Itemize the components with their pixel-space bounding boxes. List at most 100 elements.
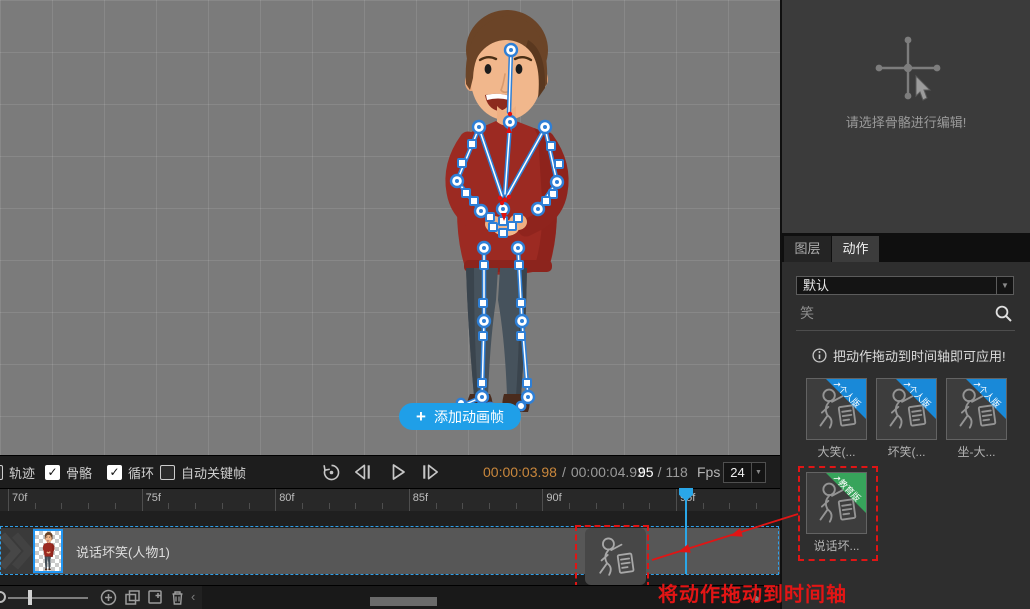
current-frame: 95	[638, 464, 654, 480]
checkbox-循环[interactable]: ✓	[107, 465, 122, 480]
fps-dropdown[interactable]: 24 ▼	[723, 462, 766, 483]
zoom-slider[interactable]	[8, 597, 88, 599]
bone-crosshair-icon	[856, 26, 960, 110]
action-category-dropdown[interactable]: 默认 ▼	[796, 276, 1014, 295]
edition-ribbon	[966, 379, 1006, 419]
add-animation-frame-button[interactable]: + 添加动画帧	[399, 403, 521, 430]
action-item[interactable]: ↗个人版坐-大...	[946, 378, 1007, 460]
toggle-自动关键帧: 自动关键帧	[160, 456, 246, 488]
track-thumbnail[interactable]	[33, 529, 63, 573]
ruler-tick	[222, 503, 223, 509]
drag-hint-text: 把动作拖动到时间轴即可应用!	[833, 346, 1006, 365]
ruler-tick	[249, 503, 250, 509]
next-frame-button[interactable]	[420, 463, 441, 481]
action-item[interactable]: ↗个人版大笑(...	[806, 378, 867, 460]
fps-value: 24	[724, 463, 751, 482]
ruler-label: 80f	[279, 492, 294, 504]
chevron-down-icon[interactable]: ▼	[996, 277, 1013, 294]
zoom-add-icon[interactable]	[100, 589, 117, 606]
ruler-tick	[462, 503, 463, 509]
action-thumbnail[interactable]: ↗个人版	[946, 378, 1007, 440]
checkbox-骨骼[interactable]: ✓	[45, 465, 60, 480]
ruler-label: 70f	[12, 492, 27, 504]
ruler-label: 90f	[546, 492, 561, 504]
tab-actions[interactable]: 动作	[832, 236, 879, 262]
checkbox-自动关键帧[interactable]	[160, 465, 175, 480]
action-item[interactable]: ↗教育版说话坏...	[806, 472, 867, 554]
right-panel: 请选择骨骼进行编辑! 图层动作 默认 ▼	[780, 0, 1030, 609]
plus-icon: +	[416, 408, 426, 425]
scrollbar-thumb[interactable]	[370, 597, 437, 606]
action-label: 坏笑(...	[876, 443, 937, 460]
ruler-tick	[382, 503, 383, 509]
track-label: 说话坏笑(人物1)	[76, 528, 170, 574]
toggle-label: 循环	[128, 463, 154, 482]
ruler-tick	[329, 503, 330, 509]
duplicate-frame-icon[interactable]	[124, 589, 141, 606]
animation-editor-app: + 添加动画帧 请选择骨骼进行编辑! 图层动作	[0, 0, 1030, 609]
actions-panel: 默认 ▼ 把动作拖动到时间轴即可应用! ↗个人版大笑(...↗个人版坏笑	[782, 262, 1030, 609]
ruler-tick	[516, 503, 517, 509]
time-separator: /	[562, 464, 566, 480]
replay-button[interactable]	[322, 463, 341, 482]
select-bone-placeholder: 请选择骨骼进行编辑!	[782, 112, 1030, 131]
playback-toolbar: 00:00:03.98 / 00:00:04.92 95 / 118 Fps 2…	[0, 455, 780, 488]
timeline-ruler[interactable]: 70f75f80f85f90f95f	[0, 488, 780, 511]
play-button[interactable]	[389, 463, 407, 481]
ruler-tick	[436, 503, 437, 509]
toggle-label: 骨骼	[66, 463, 92, 482]
ruler-tick	[703, 503, 704, 509]
ruler-tick	[569, 503, 570, 509]
stage-canvas[interactable]: + 添加动画帧	[0, 0, 780, 455]
action-label: 说话坏...	[806, 537, 867, 554]
drop-target-outline	[575, 525, 649, 588]
divider	[796, 330, 1015, 331]
info-icon	[812, 348, 827, 363]
edition-ribbon	[896, 379, 936, 419]
annotation-text: 将动作拖动到时间轴	[658, 578, 847, 607]
delete-frame-icon[interactable]	[169, 589, 186, 606]
highlighted-action-outline: ↗教育版说话坏...	[798, 466, 878, 561]
ruler-tick	[35, 503, 36, 509]
action-label: 大笑(...	[806, 443, 867, 460]
ruler-tick	[542, 489, 543, 511]
toggle-label: 轨迹	[9, 463, 35, 482]
action-thumbnail[interactable]: ↗个人版	[806, 378, 867, 440]
playhead-line	[685, 500, 687, 574]
ruler-label: 75f	[146, 492, 161, 504]
character-figure[interactable]	[430, 0, 580, 420]
action-thumbnail[interactable]: ↗教育版	[806, 472, 867, 534]
scroll-left-chevron[interactable]: ‹	[191, 589, 195, 604]
search-icon[interactable]	[994, 304, 1013, 323]
panel-tabs: 图层动作	[782, 233, 1030, 262]
ruler-tick	[676, 489, 677, 511]
ruler-tick	[142, 489, 143, 511]
ruler-tick	[8, 489, 9, 511]
action-thumbnail[interactable]: ↗个人版	[876, 378, 937, 440]
fps-label: Fps	[697, 456, 720, 488]
search-input[interactable]	[798, 304, 982, 322]
action-category-value: 默认	[803, 278, 829, 293]
ruler-tick	[115, 503, 116, 509]
add-frame-icon[interactable]	[147, 589, 164, 606]
current-time: 00:00:03.98	[483, 464, 557, 480]
action-item[interactable]: ↗个人版坏笑(...	[876, 378, 937, 460]
action-search	[796, 302, 1015, 328]
ruler-tick	[88, 503, 89, 509]
edition-ribbon	[826, 379, 866, 419]
tab-layers[interactable]: 图层	[784, 236, 831, 262]
total-time: 00:00:04.92	[571, 464, 645, 480]
ruler-tick	[596, 503, 597, 509]
toggle-骨骼: ✓ 骨骼	[45, 456, 92, 488]
total-frames: 118	[665, 464, 687, 480]
previous-frame-button[interactable]	[352, 463, 373, 481]
ruler-tick	[61, 503, 62, 509]
zoom-slider-handle[interactable]	[28, 590, 32, 605]
chevron-down-icon: ▼	[751, 463, 765, 482]
checkbox-轨迹[interactable]	[0, 465, 3, 480]
time-display: 00:00:03.98 / 00:00:04.92	[483, 456, 645, 488]
toggle-轨迹: 轨迹	[0, 456, 35, 488]
ruler-tick	[302, 503, 303, 509]
track-collapse-chevrons[interactable]	[0, 528, 33, 574]
ruler-tick	[275, 489, 276, 511]
